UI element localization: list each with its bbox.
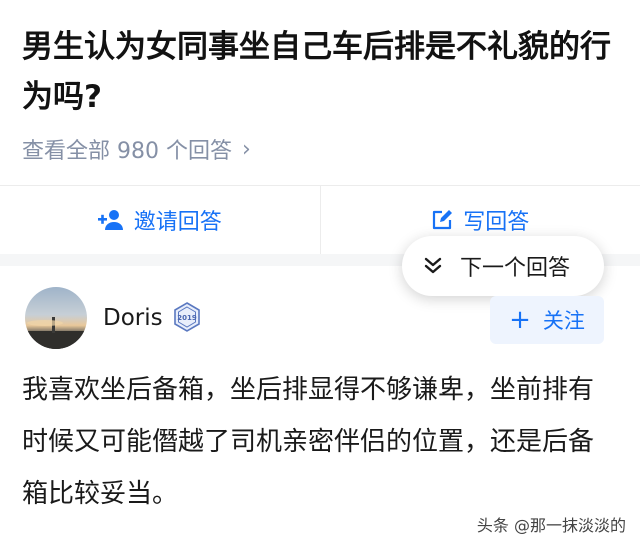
view-all-answers-link[interactable]: 查看全部 980 个回答 › bbox=[22, 133, 251, 165]
answer-body: 我喜欢坐后备箱，坐后排显得不够谦卑，坐前排有时候又可能僭越了司机亲密伴侣的位置，… bbox=[22, 375, 595, 509]
author-name[interactable]: Doris bbox=[103, 305, 163, 331]
svg-text:2019: 2019 bbox=[177, 314, 197, 322]
view-all-label: 查看全部 980 个回答 bbox=[22, 139, 232, 164]
next-answer-button[interactable]: 下一个回答 bbox=[402, 236, 604, 296]
add-person-icon bbox=[97, 209, 124, 231]
follow-button[interactable]: + 关注 bbox=[490, 296, 604, 344]
question-title: 男生认为女同事坐自己车后排是不礼貌的行为吗? bbox=[22, 29, 611, 115]
double-chevron-down-icon bbox=[424, 257, 442, 275]
next-answer-label: 下一个回答 bbox=[460, 256, 571, 281]
chevron-right-icon: › bbox=[241, 136, 251, 162]
invite-answer-button[interactable]: 邀请回答 bbox=[0, 186, 320, 254]
plus-icon: + bbox=[509, 305, 531, 335]
avatar[interactable] bbox=[25, 287, 87, 349]
write-answer-label: 写回答 bbox=[463, 210, 530, 235]
edit-icon bbox=[431, 209, 453, 231]
invite-answer-label: 邀请回答 bbox=[133, 210, 222, 235]
watermark-text: 头条 @那一抹淡淡的 bbox=[476, 516, 626, 535]
watermark: 头条 @那一抹淡淡的 bbox=[477, 512, 626, 536]
medal-badge-icon: 2019 bbox=[172, 302, 202, 332]
follow-label: 关注 bbox=[542, 309, 585, 333]
